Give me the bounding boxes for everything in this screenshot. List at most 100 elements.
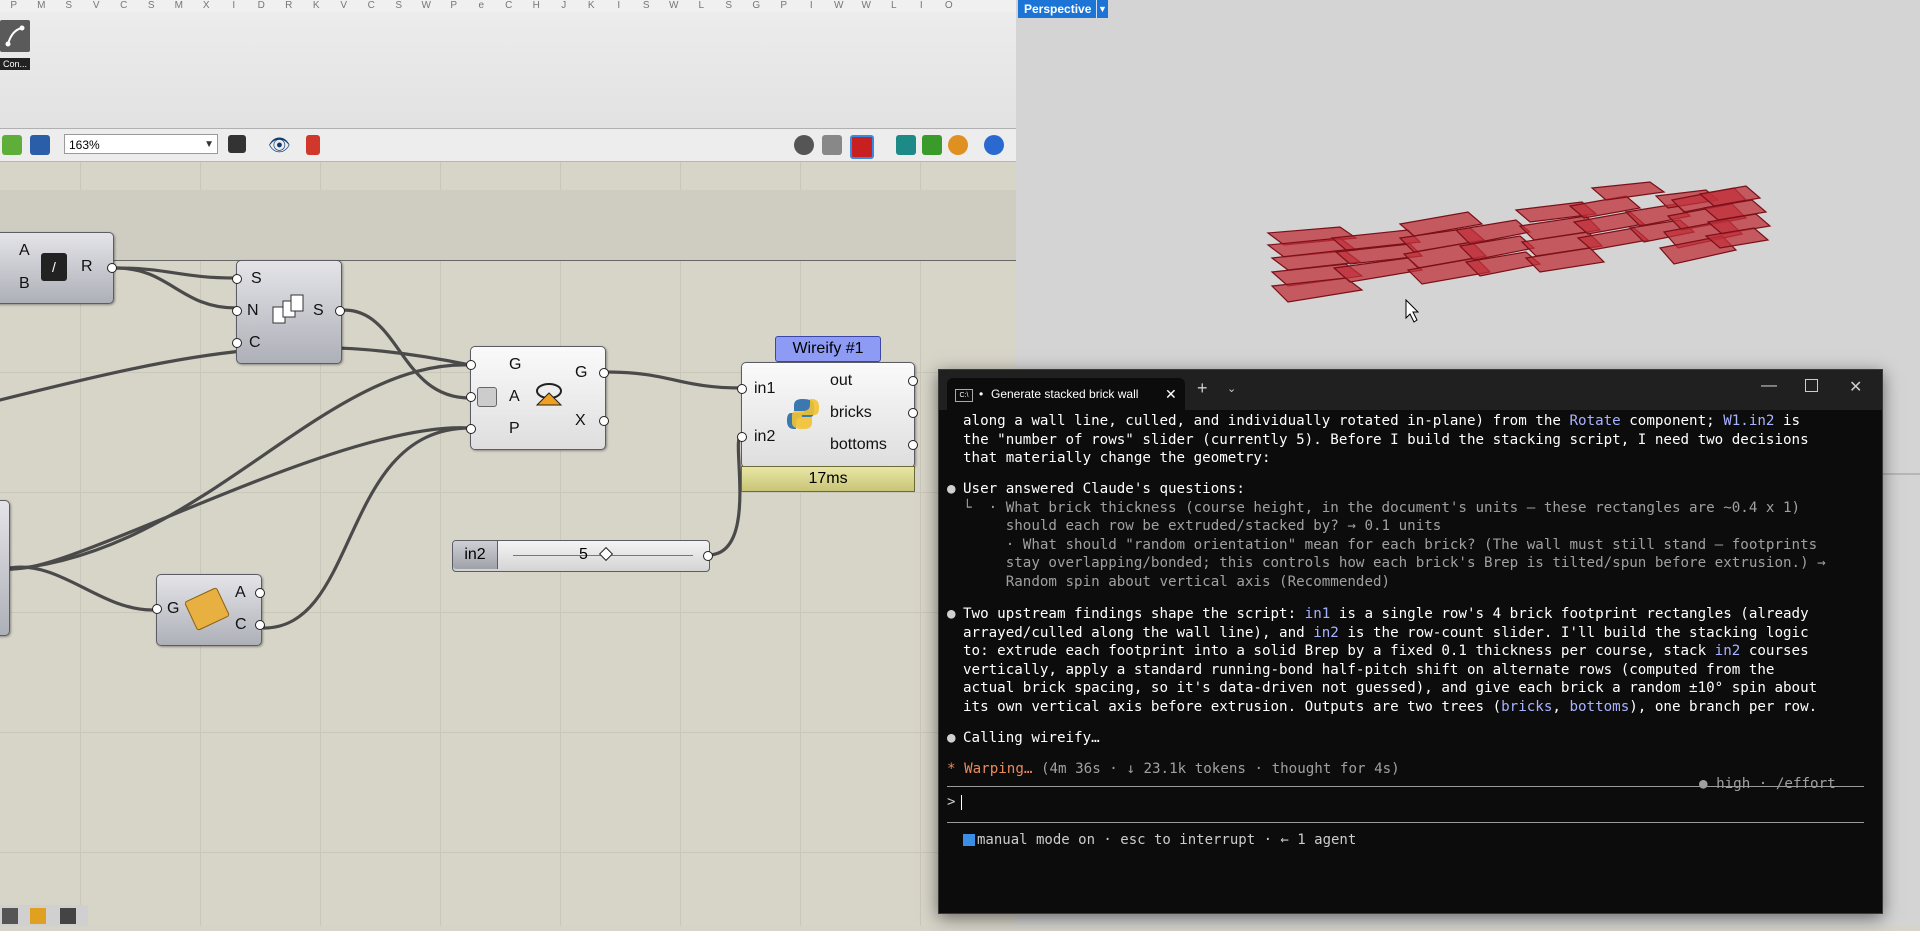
prompt-symbol: >: [947, 794, 956, 810]
terminal-window[interactable]: C:\ • Generate stacked brick wall ✕ + ⌄ …: [938, 369, 1883, 914]
answer-line: · What should "random orientation" mean …: [963, 536, 1818, 553]
connect-icon[interactable]: [60, 908, 76, 924]
plugin-icon[interactable]: [30, 908, 46, 924]
output-pin[interactable]: [599, 368, 609, 378]
output-bricks-label: bricks: [830, 404, 872, 421]
output-pin[interactable]: [908, 408, 918, 418]
answer-line: └ · What brick thickness (course height,…: [963, 499, 1801, 516]
old-component[interactable]: G A C: [152, 574, 265, 646]
questions-heading: User answered Claude's questions:: [963, 481, 1245, 497]
division-component[interactable]: A B R /: [0, 232, 117, 304]
input-b-label: B: [19, 275, 30, 292]
runtime-timer: 17ms: [741, 466, 915, 492]
wireify-python-component[interactable]: in1 in2 out bricks bottoms: [737, 362, 918, 468]
old-component-icon: [183, 586, 231, 632]
prompt-divider-top: [947, 786, 1864, 787]
series-icon: [271, 293, 305, 327]
output-c-label: C: [235, 616, 247, 633]
slider-knob[interactable]: [598, 546, 614, 562]
input-pin[interactable]: [466, 424, 476, 434]
division-icon: /: [41, 253, 67, 281]
output-s-label: S: [313, 302, 324, 319]
new-tab-icon[interactable]: +: [1197, 378, 1208, 399]
input-p-label: P: [509, 420, 520, 437]
output-pin[interactable]: [703, 551, 713, 561]
input-s-label: S: [251, 270, 262, 287]
input-pin[interactable]: [466, 392, 476, 402]
rotate-component[interactable]: G A P G X: [466, 346, 609, 450]
close-tab-icon[interactable]: ✕: [1165, 378, 1177, 410]
output-pin[interactable]: [255, 588, 265, 598]
output-line: arrayed/culled along the wall line), and…: [963, 624, 1809, 641]
tab-dropdown-chevron-icon[interactable]: ⌄: [1227, 382, 1236, 395]
wire: [0, 345, 472, 402]
download-icon[interactable]: [2, 908, 18, 924]
input-n-label: N: [247, 302, 259, 319]
status-footer: manual mode on · esc to interrupt · ← 1 …: [963, 832, 1356, 848]
prompt-divider-bottom: [947, 822, 1864, 823]
tab-title: Generate stacked brick wall: [991, 387, 1139, 401]
answer-line: Random spin about vertical axis (Recomme…: [963, 574, 1391, 590]
input-pin[interactable]: [232, 306, 242, 316]
input-pin[interactable]: [232, 274, 242, 284]
pause-icon: [963, 834, 975, 846]
input-pin[interactable]: [737, 384, 747, 394]
input-c-label: C: [249, 334, 261, 351]
input-pin[interactable]: [152, 604, 162, 614]
output-pin[interactable]: [335, 306, 345, 316]
minimize-icon[interactable]: —: [1761, 377, 1777, 395]
slider-value: 5: [579, 546, 588, 563]
wireify-title-badge[interactable]: Wireify #1: [775, 336, 881, 362]
wire: [8, 565, 154, 612]
status-line: * Warping… (4m 36s · ↓ 23.1k tokens · th…: [947, 761, 1400, 777]
output-g-label: G: [575, 364, 588, 381]
input-a-label: A: [19, 242, 30, 259]
status-icons: [0, 905, 88, 926]
input-in1-label: in1: [754, 380, 776, 397]
answer-line: should each row be extruded/stacked by? …: [963, 518, 1442, 535]
input-pin[interactable]: [737, 432, 747, 442]
output-pin[interactable]: [599, 416, 609, 426]
wire: [8, 426, 472, 571]
output-line: actual brick spacing, so it's data-drive…: [963, 680, 1818, 697]
rotate-icon: [533, 379, 565, 409]
input-g-label: G: [509, 356, 522, 373]
output-line: Two upstream findings shape the script: …: [963, 606, 1809, 622]
output-pin[interactable]: [255, 620, 265, 630]
wire: [706, 434, 743, 557]
output-pin[interactable]: [908, 376, 918, 386]
viewport-menu-chevron-icon[interactable]: ▼: [1096, 0, 1108, 18]
output-line: its own vertical axis before extrusion. …: [963, 699, 1818, 715]
output-line: that materially change the geometry:: [963, 450, 1271, 467]
number-slider[interactable]: in2 5: [452, 540, 713, 572]
input-in2-label: in2: [754, 428, 776, 445]
output-r-label: R: [81, 258, 93, 275]
output-line: to: extrude each footprint into a solid …: [963, 643, 1809, 660]
angle-param-icon: [477, 387, 497, 407]
viewport-label-perspective[interactable]: Perspective: [1018, 0, 1101, 18]
output-line: the "number of rows" slider (currently 5…: [963, 431, 1809, 448]
output-a-label: A: [235, 584, 246, 601]
wire: [0, 363, 472, 572]
effort-indicator[interactable]: ● high · /effort: [1699, 775, 1836, 794]
terminal-app-icon: C:\: [955, 389, 973, 402]
output-pin[interactable]: [908, 440, 918, 450]
output-pin[interactable]: [107, 263, 117, 273]
output-line: vertically, apply a standard running-bon…: [963, 661, 1775, 678]
terminal-titlebar: C:\ • Generate stacked brick wall ✕ + ⌄ …: [939, 370, 1882, 410]
grasshopper-window: PMSVCSMXIDRKVCSWPeCHJKISWLSGPIWWLIO Con.…: [0, 0, 1016, 926]
bullet-icon: ●: [947, 606, 956, 622]
output-bottoms-label: bottoms: [830, 436, 887, 453]
input-pin[interactable]: [232, 338, 242, 348]
terminal-tab[interactable]: C:\ • Generate stacked brick wall ✕: [947, 378, 1185, 410]
prompt-input[interactable]: >: [947, 794, 1864, 814]
offscreen-component[interactable]: [0, 500, 10, 636]
input-pin[interactable]: [466, 360, 476, 370]
close-window-icon[interactable]: ✕: [1849, 377, 1862, 397]
input-a-label: A: [509, 388, 520, 405]
series-component[interactable]: S N C S: [232, 260, 345, 364]
maximize-icon[interactable]: [1805, 379, 1818, 392]
calling-line: Calling wireify…: [963, 730, 1100, 746]
mouse-cursor: [1405, 298, 1420, 323]
output-line: along a wall line, culled, and individua…: [963, 413, 1801, 429]
